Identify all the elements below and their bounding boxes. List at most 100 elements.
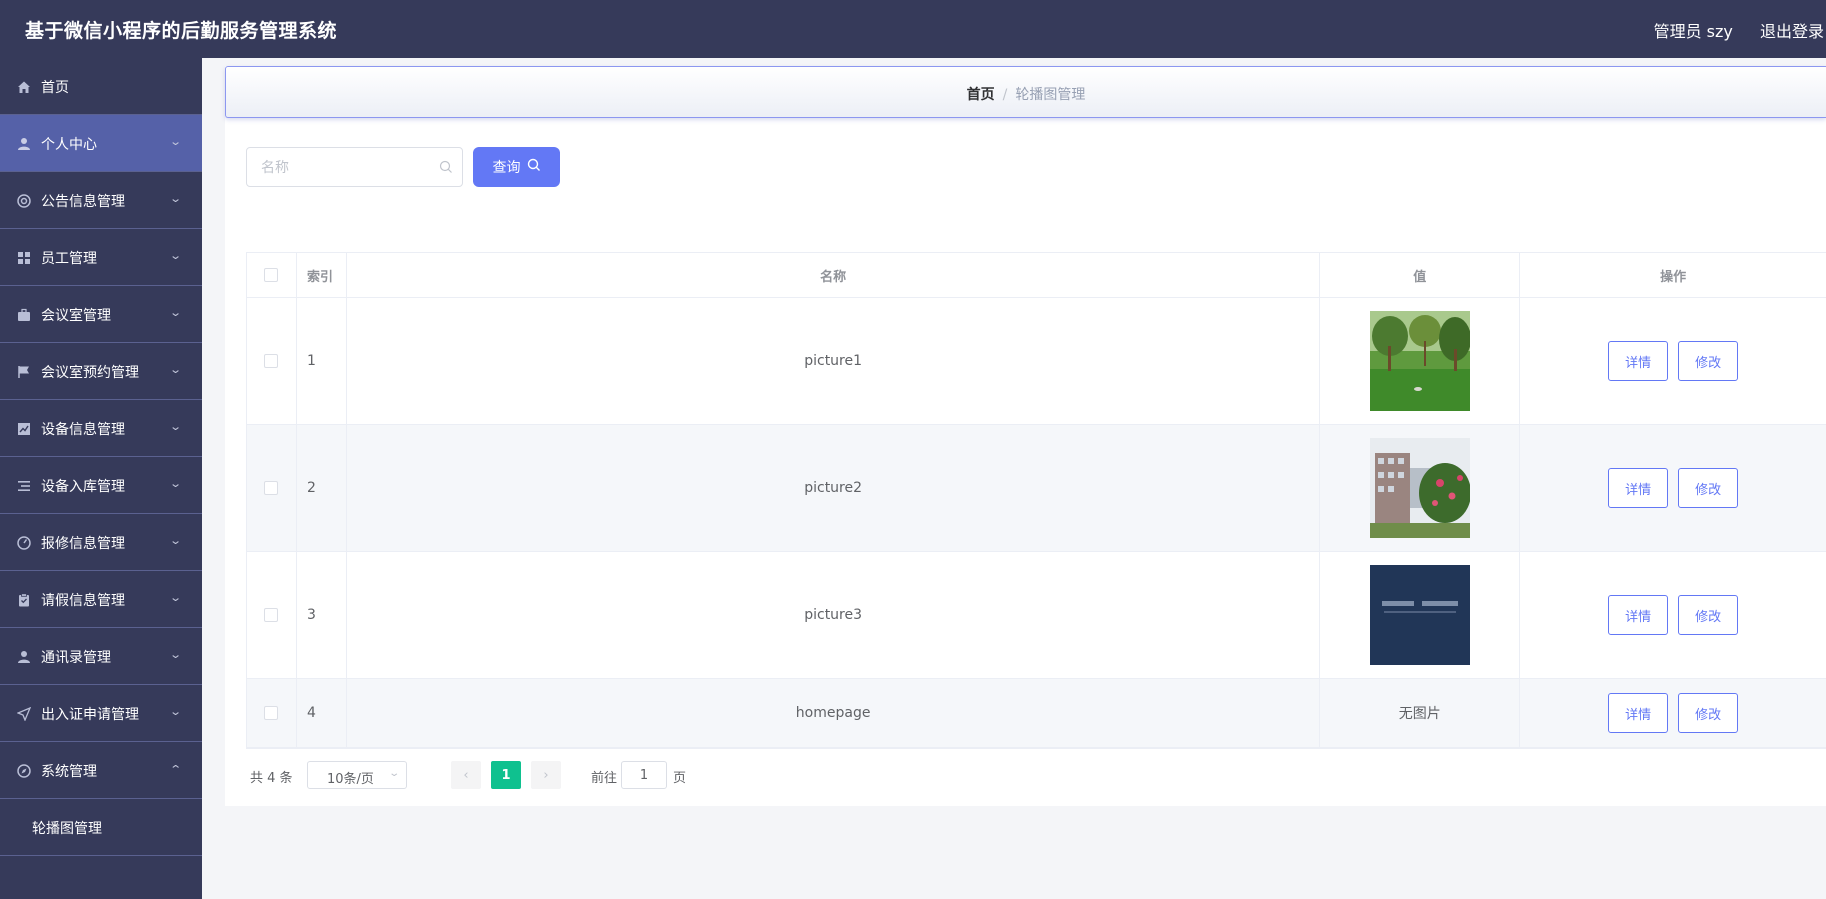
chevron-left-icon: ‹ [463,767,469,783]
chevron-down-icon: ⌄ [168,705,182,718]
sidebar-subitem-carousel[interactable]: 轮播图管理 [0,799,202,856]
sidebar-item-label: 个人中心 [41,137,97,153]
sidebar-item-device-info[interactable]: 设备信息管理 ⌄ [0,400,202,457]
chevron-down-icon: ⌄ [168,534,182,547]
goto-page-input[interactable] [621,761,667,789]
sidebar-item-system[interactable]: 系统管理 ⌄ [0,742,202,799]
sidebar-item-device-stock[interactable]: 设备入库管理 ⌄ [0,457,202,514]
table-row: 3 picture3 详情 修改 [247,552,1826,679]
next-page-button[interactable]: › [531,761,561,789]
sidebar-item-pass[interactable]: 出入证申请管理 ⌄ [0,685,202,742]
search-input[interactable] [261,158,431,178]
row-actions: 详情 修改 [1520,679,1826,747]
person-icon [16,649,31,664]
sidebar-item-label: 公告信息管理 [41,194,125,210]
edit-button[interactable]: 修改 [1678,693,1739,733]
detail-button[interactable]: 详情 [1608,341,1669,381]
table-header: 索引 名称 值 操作 [247,253,1826,298]
name-search-field [246,147,463,187]
user-area: 管理员 szy 退出登录 [1632,18,1824,42]
sidebar-item-label: 员工管理 [41,251,97,267]
pagination-total: 共 4 条 [250,771,293,786]
sidebar-item-notice[interactable]: 公告信息管理 ⌄ [0,172,202,229]
sidebar-item-label: 首页 [41,80,69,96]
list-icon [16,478,31,493]
row-actions: 详情 修改 [1520,425,1826,551]
prev-page-button[interactable]: ‹ [451,761,481,789]
carousel-thumbnail-image[interactable] [1369,311,1470,411]
chevron-down-icon: ⌄ [168,648,182,661]
send-icon [16,706,31,721]
sidebar-item-label: 系统管理 [41,764,97,780]
chevron-down-icon: ⌄ [168,249,182,262]
page-number-current[interactable]: 1 [491,761,521,789]
logout-button[interactable]: 退出登录 [1760,22,1824,41]
table-row: 1 picture1 详情 修改 [247,298,1826,425]
breadcrumb: 首页 / 轮播图管理 [226,84,1826,104]
lifebuoy-icon [16,193,31,208]
sidebar-item-label: 报修信息管理 [41,536,125,552]
chevron-down-icon: ⌄ [168,135,182,148]
top-bar: 基于微信小程序的后勤服务管理系统 管理员 szy 退出登录 [0,0,1826,58]
breadcrumb-home[interactable]: 首页 [967,87,995,103]
page-size-select[interactable]: 10条/页 ⌄ [307,761,407,789]
row-index: 3 [297,552,347,678]
sidebar-item-meeting-booking[interactable]: 会议室预约管理 ⌄ [0,343,202,400]
row-checkbox[interactable] [264,481,279,495]
home-icon [16,79,31,94]
select-all-checkbox[interactable] [264,268,279,282]
column-header-index: 索引 [297,253,347,297]
query-button-label: 查询 [492,160,521,176]
sidebar-item-staff[interactable]: 员工管理 ⌄ [0,229,202,286]
chevron-down-icon: ⌄ [168,363,182,376]
edit-button[interactable]: 修改 [1678,341,1739,381]
row-select-cell [247,425,297,551]
carousel-thumbnail-image[interactable] [1369,438,1470,538]
sidebar-item-home[interactable]: 首页 [0,58,202,115]
breadcrumb-bar: 首页 / 轮播图管理 [225,66,1826,118]
sidebar-item-leave[interactable]: 请假信息管理 ⌄ [0,571,202,628]
row-checkbox[interactable] [264,706,279,720]
row-index: 4 [297,679,347,747]
carousel-table: 索引 名称 值 操作 1 picture1 详情 修改 2 picture2 详… [246,252,1826,749]
chevron-down-icon: ⌄ [168,306,182,319]
row-actions: 详情 修改 [1520,552,1826,678]
row-name: homepage [347,679,1321,747]
main-content: 首页 / 轮播图管理 查询 索引 名称 值 操作 1 picture1 [225,66,1826,806]
sidebar-item-label: 设备信息管理 [41,422,125,438]
gauge-icon [16,535,31,550]
sidebar-item-label: 轮播图管理 [32,821,102,837]
grid-icon [16,250,31,265]
breadcrumb-current: 轮播图管理 [1015,87,1086,103]
edit-button[interactable]: 修改 [1678,595,1739,635]
flag-icon [16,364,31,379]
query-button[interactable]: 查询 [473,147,560,187]
row-checkbox[interactable] [264,608,279,622]
sidebar-item-meeting-room[interactable]: 会议室管理 ⌄ [0,286,202,343]
chart-icon [16,421,31,436]
edit-button[interactable]: 修改 [1678,468,1739,508]
sidebar: 首页 个人中心 ⌄ 公告信息管理 ⌄ 员工管理 ⌄ 会议室管理 ⌄ 会议室预约管… [0,58,202,899]
row-value-cell [1320,552,1521,678]
column-header-name: 名称 [347,253,1321,297]
sidebar-item-repair[interactable]: 报修信息管理 ⌄ [0,514,202,571]
row-select-cell [247,679,297,747]
row-name: picture3 [347,552,1321,678]
carousel-thumbnail-image[interactable] [1369,565,1470,665]
detail-button[interactable]: 详情 [1608,468,1669,508]
search-icon [527,158,541,176]
chevron-down-icon: ⌄ [168,420,182,433]
sidebar-item-contacts[interactable]: 通讯录管理 ⌄ [0,628,202,685]
detail-button[interactable]: 详情 [1608,693,1669,733]
detail-button[interactable]: 详情 [1608,595,1669,635]
row-select-cell [247,552,297,678]
sidebar-item-profile[interactable]: 个人中心 ⌄ [0,115,202,172]
chevron-down-icon: ⌄ [168,591,182,604]
row-checkbox[interactable] [264,354,279,368]
sidebar-item-label: 通讯录管理 [41,650,111,666]
chevron-down-icon: ⌄ [168,192,182,205]
chevron-up-icon: ⌄ [168,762,182,775]
select-all-cell [247,253,297,297]
goto-label: 前往 [591,771,618,786]
compass-icon [16,763,31,778]
